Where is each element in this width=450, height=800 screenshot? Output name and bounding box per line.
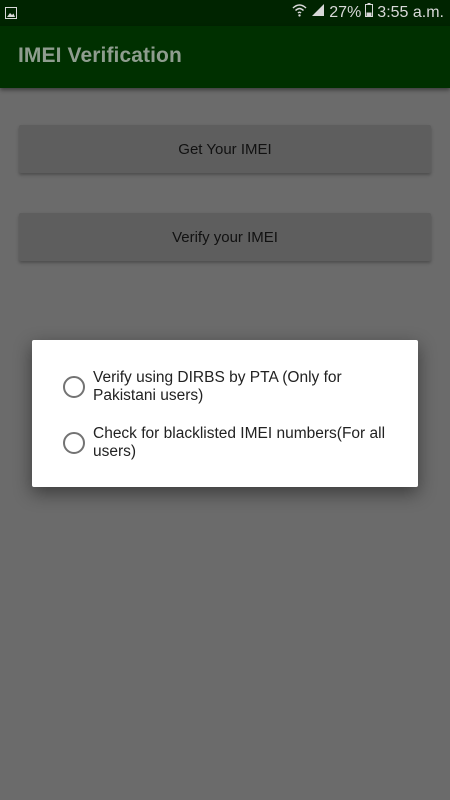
wifi-icon	[292, 3, 307, 22]
battery-icon	[365, 3, 374, 22]
status-time: 3:55 a.m.	[377, 3, 444, 21]
status-indicators: 27% 3:55 a.m.	[292, 3, 444, 22]
option-blacklist[interactable]: Check for blacklisted IMEI numbers(For a…	[63, 425, 393, 461]
option-dirbs[interactable]: Verify using DIRBS by PTA (Only for Paki…	[63, 369, 393, 405]
radio-blacklist[interactable]	[63, 432, 85, 454]
battery-percent: 27%	[329, 3, 362, 21]
verify-imei-button[interactable]: Verify your IMEI	[19, 213, 431, 261]
gallery-icon	[5, 6, 17, 24]
option-blacklist-label: Check for blacklisted IMEI numbers(For a…	[93, 425, 386, 460]
get-imei-button[interactable]: Get Your IMEI	[19, 125, 431, 173]
page-title: IMEI Verification	[18, 44, 182, 67]
app-bar: IMEI Verification	[0, 26, 450, 88]
verification-method-dialog: Verify using DIRBS by PTA (Only for Paki…	[32, 340, 418, 487]
status-bar: 27% 3:55 a.m.	[0, 0, 450, 26]
option-dirbs-label: Verify using DIRBS by PTA (Only for Paki…	[93, 369, 342, 404]
radio-dirbs[interactable]	[63, 376, 85, 398]
signal-icon	[311, 3, 325, 22]
